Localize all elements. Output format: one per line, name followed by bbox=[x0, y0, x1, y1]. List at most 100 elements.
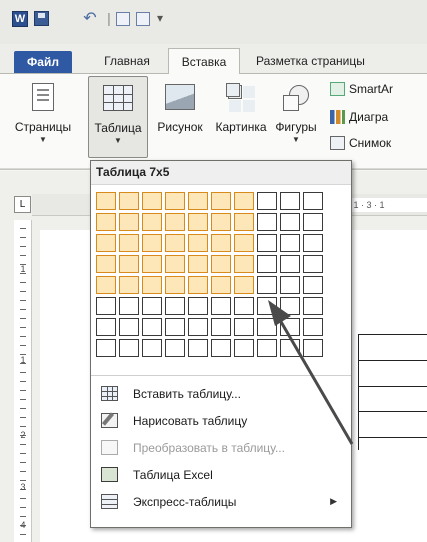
grid-cell[interactable] bbox=[280, 318, 300, 336]
grid-cell[interactable] bbox=[142, 318, 162, 336]
grid-cell[interactable] bbox=[234, 339, 254, 357]
grid-cell[interactable] bbox=[96, 255, 116, 273]
grid-cell[interactable] bbox=[165, 297, 185, 315]
grid-cell[interactable] bbox=[119, 213, 139, 231]
vertical-ruler[interactable]: 1 1 2 3 4 bbox=[14, 220, 32, 542]
smartart-button[interactable]: SmartAr bbox=[330, 80, 393, 98]
grid-cell[interactable] bbox=[234, 318, 254, 336]
grid-cell[interactable] bbox=[211, 192, 231, 210]
grid-cell[interactable] bbox=[96, 192, 116, 210]
grid-cell[interactable] bbox=[211, 339, 231, 357]
grid-cell[interactable] bbox=[142, 213, 162, 231]
grid-cell[interactable] bbox=[234, 276, 254, 294]
grid-cell[interactable] bbox=[119, 297, 139, 315]
undo-icon[interactable]: ↶ bbox=[79, 9, 101, 27]
grid-cell[interactable] bbox=[165, 255, 185, 273]
grid-cell[interactable] bbox=[165, 234, 185, 252]
pages-button[interactable]: Страницы ▼ bbox=[8, 76, 78, 144]
customize-toolbar-icon[interactable]: ▾ bbox=[154, 9, 166, 27]
grid-cell[interactable] bbox=[142, 255, 162, 273]
grid-cell[interactable] bbox=[303, 297, 323, 315]
grid-cell[interactable] bbox=[257, 255, 277, 273]
table-size-grid[interactable] bbox=[96, 192, 323, 357]
grid-cell[interactable] bbox=[188, 192, 208, 210]
grid-cell[interactable] bbox=[142, 297, 162, 315]
grid-cell[interactable] bbox=[257, 192, 277, 210]
grid-cell[interactable] bbox=[257, 234, 277, 252]
grid-cell[interactable] bbox=[188, 297, 208, 315]
grid-cell[interactable] bbox=[188, 318, 208, 336]
grid-cell[interactable] bbox=[280, 276, 300, 294]
grid-cell[interactable] bbox=[257, 318, 277, 336]
grid-cell[interactable] bbox=[96, 297, 116, 315]
grid-cell[interactable] bbox=[211, 297, 231, 315]
grid-cell[interactable] bbox=[96, 339, 116, 357]
grid-cell[interactable] bbox=[303, 234, 323, 252]
menu-item[interactable]: Таблица Excel bbox=[91, 461, 351, 488]
menu-item[interactable]: Экспресс-таблицы ▶ bbox=[91, 488, 351, 515]
grid-cell[interactable] bbox=[119, 339, 139, 357]
grid-cell[interactable] bbox=[119, 234, 139, 252]
grid-cell[interactable] bbox=[280, 192, 300, 210]
grid-cell[interactable] bbox=[119, 255, 139, 273]
tab-home[interactable]: Главная bbox=[92, 48, 162, 74]
grid-cell[interactable] bbox=[142, 276, 162, 294]
grid-cell[interactable] bbox=[234, 297, 254, 315]
grid-cell[interactable] bbox=[165, 339, 185, 357]
grid-cell[interactable] bbox=[257, 339, 277, 357]
grid-cell[interactable] bbox=[211, 276, 231, 294]
grid-cell[interactable] bbox=[234, 213, 254, 231]
grid-cell[interactable] bbox=[96, 213, 116, 231]
grid-cell[interactable] bbox=[142, 234, 162, 252]
grid-cell[interactable] bbox=[119, 318, 139, 336]
shapes-button[interactable]: Фигуры ▼ bbox=[268, 76, 324, 144]
clipart-button[interactable]: Картинка bbox=[212, 76, 270, 134]
grid-cell[interactable] bbox=[303, 276, 323, 294]
grid-cell[interactable] bbox=[211, 213, 231, 231]
grid-cell[interactable] bbox=[142, 339, 162, 357]
grid-cell[interactable] bbox=[188, 255, 208, 273]
grid-cell[interactable] bbox=[211, 234, 231, 252]
grid-cell[interactable] bbox=[303, 339, 323, 357]
tab-selector-icon[interactable]: L bbox=[14, 196, 31, 213]
grid-cell[interactable] bbox=[165, 192, 185, 210]
menu-item[interactable]: Вставить таблицу... bbox=[91, 380, 351, 407]
grid-cell[interactable] bbox=[303, 255, 323, 273]
grid-cell[interactable] bbox=[280, 213, 300, 231]
grid-cell[interactable] bbox=[280, 255, 300, 273]
print-preview-icon[interactable] bbox=[136, 12, 150, 26]
grid-cell[interactable] bbox=[257, 297, 277, 315]
save-icon[interactable] bbox=[34, 11, 49, 26]
grid-cell[interactable] bbox=[280, 297, 300, 315]
grid-cell[interactable] bbox=[303, 318, 323, 336]
table-button[interactable]: Таблица ▼ bbox=[88, 76, 148, 158]
quick-print-icon[interactable] bbox=[116, 12, 130, 26]
grid-cell[interactable] bbox=[96, 318, 116, 336]
grid-cell[interactable] bbox=[165, 318, 185, 336]
grid-cell[interactable] bbox=[211, 255, 231, 273]
grid-cell[interactable] bbox=[234, 192, 254, 210]
grid-cell[interactable] bbox=[188, 213, 208, 231]
grid-cell[interactable] bbox=[303, 213, 323, 231]
grid-cell[interactable] bbox=[96, 276, 116, 294]
grid-cell[interactable] bbox=[188, 234, 208, 252]
grid-cell[interactable] bbox=[234, 234, 254, 252]
picture-button[interactable]: Рисунок bbox=[150, 76, 210, 134]
grid-cell[interactable] bbox=[96, 234, 116, 252]
grid-cell[interactable] bbox=[119, 192, 139, 210]
grid-cell[interactable] bbox=[257, 213, 277, 231]
tab-file[interactable]: Файл bbox=[14, 51, 72, 73]
menu-item[interactable]: Нарисовать таблицу bbox=[91, 407, 351, 434]
tab-page-layout[interactable]: Разметка страницы bbox=[246, 48, 427, 74]
chart-button[interactable]: Диагра bbox=[330, 108, 388, 126]
grid-cell[interactable] bbox=[234, 255, 254, 273]
grid-cell[interactable] bbox=[119, 276, 139, 294]
grid-cell[interactable] bbox=[257, 276, 277, 294]
grid-cell[interactable] bbox=[165, 213, 185, 231]
grid-cell[interactable] bbox=[280, 339, 300, 357]
menu-item[interactable]: Преобразовать в таблицу... bbox=[91, 434, 351, 461]
grid-cell[interactable] bbox=[142, 192, 162, 210]
tab-insert[interactable]: Вставка bbox=[168, 48, 240, 75]
grid-cell[interactable] bbox=[188, 339, 208, 357]
grid-cell[interactable] bbox=[188, 276, 208, 294]
